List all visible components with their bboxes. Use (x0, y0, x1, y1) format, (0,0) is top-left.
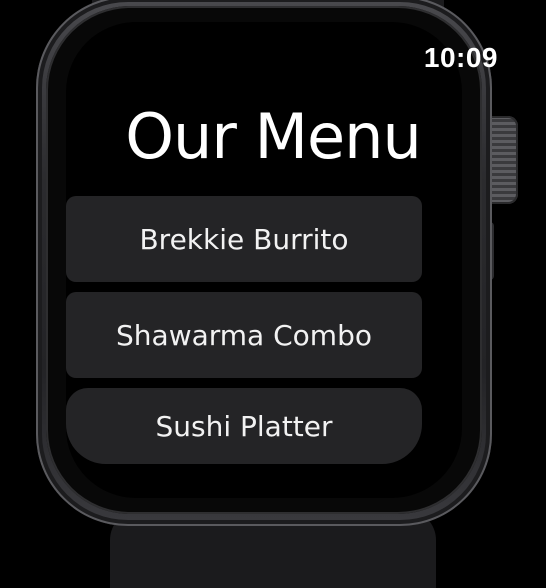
watch-device: 10:09 Our Menu Brekkie Burrito Shawarma … (0, 0, 546, 588)
menu-item-brekkie-burrito[interactable]: Brekkie Burrito (66, 196, 422, 282)
menu-list: Brekkie Burrito Shawarma Combo Sushi Pla… (66, 196, 422, 474)
page-title: Our Menu (125, 100, 422, 173)
menu-item-sushi-platter[interactable]: Sushi Platter (66, 388, 422, 464)
menu-item-label: Brekkie Burrito (139, 222, 349, 256)
menu-item-label: Shawarma Combo (116, 318, 372, 352)
status-time: 10:09 (423, 42, 498, 73)
menu-item-shawarma-combo[interactable]: Shawarma Combo (66, 292, 422, 378)
menu-item-label: Sushi Platter (155, 409, 333, 443)
